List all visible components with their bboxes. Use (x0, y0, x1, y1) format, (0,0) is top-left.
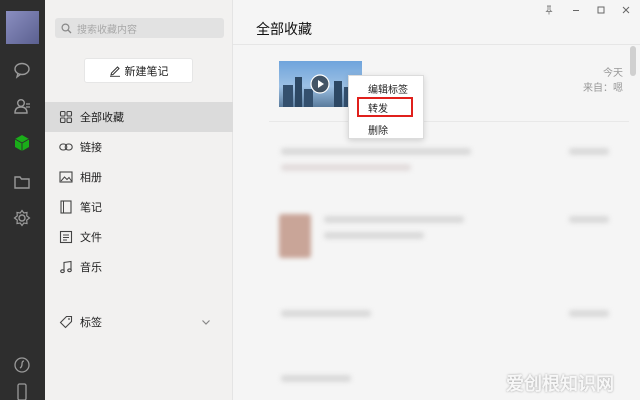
nav-item-notes[interactable]: 笔记 (45, 192, 233, 222)
folder-icon[interactable] (13, 173, 31, 191)
phone-icon[interactable] (13, 383, 31, 400)
image-icon (59, 171, 73, 183)
search-icon (61, 22, 72, 33)
file-icon (59, 230, 73, 244)
grid-icon (59, 110, 73, 124)
context-menu: 编辑标签 转发 删除 (348, 75, 424, 139)
nav-item-label: 链接 (80, 141, 102, 154)
search-input[interactable]: 搜索收藏内容 (55, 18, 224, 38)
maximize-icon[interactable] (594, 4, 608, 16)
scrollbar[interactable] (630, 46, 636, 76)
main-header: 全部收藏 (233, 0, 640, 45)
new-note-label: 新建笔记 (124, 64, 169, 78)
nav-item-label: 文件 (80, 231, 102, 244)
nav-item-all-favorites[interactable]: 全部收藏 (45, 102, 233, 132)
page-title: 全部收藏 (256, 22, 312, 38)
favorites-icon[interactable] (13, 134, 31, 152)
watermark: 爱创根知识网 (506, 374, 614, 395)
avatar[interactable] (6, 11, 39, 44)
mini-program-icon[interactable] (13, 209, 31, 227)
chevron-down-icon[interactable] (200, 316, 212, 328)
play-icon[interactable] (310, 74, 330, 94)
menu-item-edit-tags[interactable]: 编辑标签 (349, 78, 425, 98)
nav-item-files[interactable]: 文件 (45, 222, 233, 252)
nav-item-album[interactable]: 相册 (45, 162, 233, 192)
pen-icon (109, 65, 120, 77)
list-item[interactable] (269, 208, 629, 268)
nav-item-label: 相册 (80, 171, 102, 184)
nav-item-label: 音乐 (80, 261, 102, 274)
search-placeholder: 搜索收藏内容 (77, 24, 137, 36)
favorites-nav: 搜索收藏内容 新建笔记 全部收藏 链接 相册 笔记 文件 音乐 标签 (45, 0, 233, 400)
link-icon (59, 143, 73, 151)
tag-icon (59, 315, 73, 329)
list-item[interactable]: 今天 来自：嗯 (269, 52, 629, 122)
chat-icon[interactable] (13, 61, 31, 79)
list-item[interactable] (269, 138, 629, 188)
nav-item-label: 全部收藏 (80, 111, 124, 124)
tags-label: 标签 (80, 316, 102, 329)
new-note-button[interactable]: 新建笔记 (84, 58, 193, 83)
close-icon[interactable] (619, 4, 633, 16)
divider (269, 121, 629, 122)
item-timestamp: 今天 (603, 68, 623, 79)
contacts-icon[interactable] (13, 97, 31, 115)
item-source: 来自：嗯 (583, 83, 623, 94)
minimize-icon[interactable] (569, 4, 583, 16)
mini-program-list-icon[interactable] (13, 356, 31, 374)
nav-item-tags[interactable]: 标签 (45, 307, 233, 337)
music-icon (60, 260, 72, 274)
menu-item-forward[interactable]: 转发 (357, 97, 413, 117)
pin-icon[interactable] (542, 4, 556, 16)
nav-item-links[interactable]: 链接 (45, 132, 233, 162)
menu-item-delete[interactable]: 删除 (349, 119, 425, 139)
nav-item-music[interactable]: 音乐 (45, 252, 233, 282)
favorites-list-pane: 全部收藏 今天 来自：嗯 (233, 0, 640, 400)
nav-item-label: 笔记 (80, 201, 102, 214)
note-icon (60, 200, 72, 214)
list-item[interactable] (269, 300, 629, 330)
app-sidebar (0, 0, 45, 400)
